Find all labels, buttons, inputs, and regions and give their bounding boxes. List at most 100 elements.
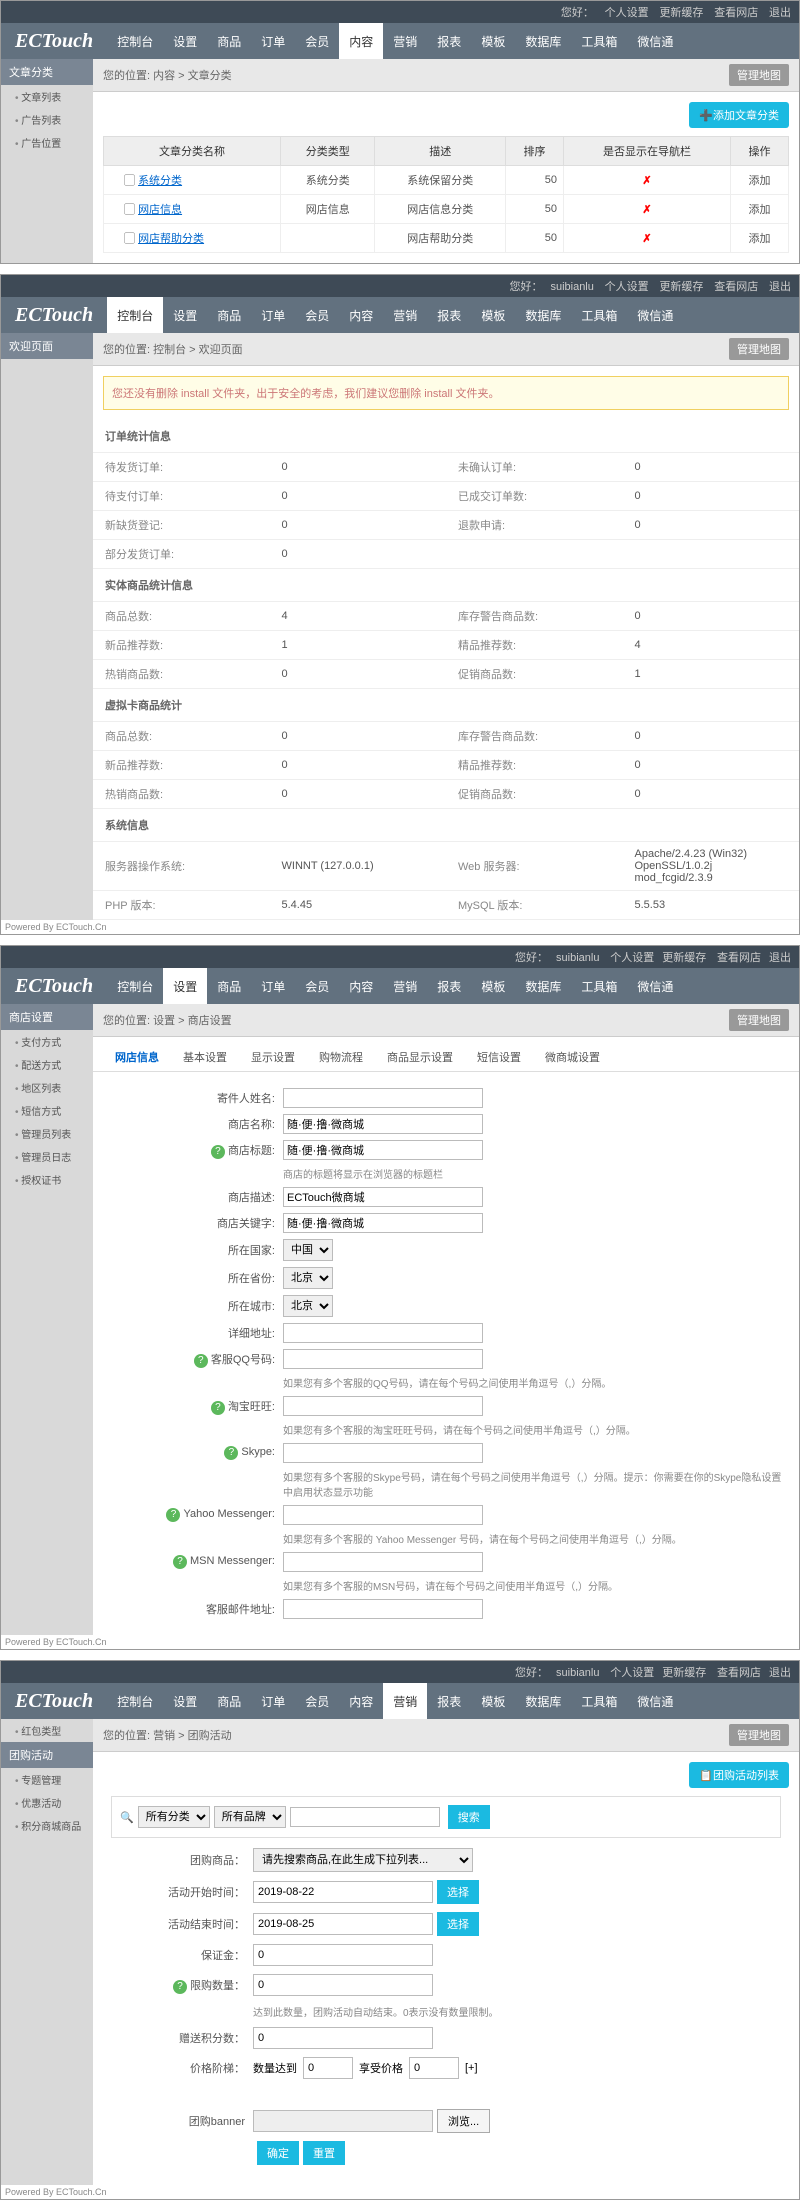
nav-模板[interactable]: 模板 [471, 968, 515, 1004]
nav-设置[interactable]: 设置 [163, 297, 207, 333]
country-select[interactable]: 中国 [283, 1239, 333, 1261]
search-input[interactable] [290, 1807, 440, 1827]
start-pick-button[interactable]: 选择 [437, 1880, 479, 1904]
side-item[interactable]: 红包类型 [1, 1719, 93, 1742]
nav-工具箱[interactable]: 工具箱 [571, 297, 627, 333]
tab[interactable]: 基本设置 [171, 1043, 239, 1071]
province-select[interactable]: 北京 [283, 1267, 333, 1289]
nav-商品[interactable]: 商品 [207, 23, 251, 59]
nav-工具箱[interactable]: 工具箱 [571, 23, 627, 59]
top-exit[interactable]: 退出 [769, 7, 791, 19]
top-view[interactable]: 查看网店 [714, 7, 758, 19]
side-item[interactable]: 短信方式 [1, 1099, 93, 1122]
nav-商品[interactable]: 商品 [207, 968, 251, 1004]
top-personal[interactable]: 个人设置 [605, 7, 649, 19]
nav-微信通[interactable]: 微信通 [627, 23, 683, 59]
recipient-input[interactable] [283, 1088, 483, 1108]
deposit-input[interactable] [253, 1944, 433, 1966]
shopName-input[interactable] [283, 1114, 483, 1134]
nav-内容[interactable]: 内容 [339, 23, 383, 59]
points-input[interactable] [253, 2027, 433, 2049]
nav-数据库[interactable]: 数据库 [515, 968, 571, 1004]
nav-商品[interactable]: 商品 [207, 1683, 251, 1719]
search-button[interactable]: 搜索 [448, 1805, 490, 1829]
nav-微信通[interactable]: 微信通 [627, 968, 683, 1004]
tab[interactable]: 微商城设置 [533, 1043, 612, 1071]
side-item[interactable]: 管理员日志 [1, 1145, 93, 1168]
nav-订单[interactable]: 订单 [251, 1683, 295, 1719]
help-icon[interactable]: ? [173, 1980, 187, 1994]
submit-button[interactable]: 确定 [257, 2141, 299, 2165]
nav-数据库[interactable]: 数据库 [515, 23, 571, 59]
nav-营销[interactable]: 营销 [383, 968, 427, 1004]
side-ad-pos[interactable]: 广告位置 [1, 131, 93, 154]
top-cache[interactable]: 更新缓存 [659, 7, 703, 19]
nav-会员[interactable]: 会员 [295, 297, 339, 333]
cross-icon[interactable]: ✗ [642, 204, 651, 216]
nav-微信通[interactable]: 微信通 [627, 297, 683, 333]
help-icon[interactable]: ? [211, 1401, 225, 1415]
limit-input[interactable] [253, 1974, 433, 1996]
goods-select[interactable]: 请先搜索商品,在此生成下拉列表... [253, 1848, 473, 1872]
qq-input[interactable] [283, 1349, 483, 1369]
nav-营销[interactable]: 营销 [383, 297, 427, 333]
nav-报表[interactable]: 报表 [427, 1683, 471, 1719]
addr-input[interactable] [283, 1323, 483, 1343]
nav-商品[interactable]: 商品 [207, 297, 251, 333]
groupbuy-list-button[interactable]: 📋团购活动列表 [689, 1762, 789, 1788]
nav-控制台[interactable]: 控制台 [107, 1683, 163, 1719]
banner-path-input[interactable] [253, 2110, 433, 2132]
help-icon[interactable]: ? [166, 1508, 180, 1522]
browse-button[interactable]: 浏览... [437, 2109, 490, 2133]
nav-会员[interactable]: 会员 [295, 23, 339, 59]
tab[interactable]: 短信设置 [465, 1043, 533, 1071]
nav-微信通[interactable]: 微信通 [627, 1683, 683, 1719]
nav-模板[interactable]: 模板 [471, 1683, 515, 1719]
category-select[interactable]: 所有分类 [138, 1806, 210, 1828]
nav-营销[interactable]: 营销 [383, 1683, 427, 1719]
tab[interactable]: 显示设置 [239, 1043, 307, 1071]
nav-模板[interactable]: 模板 [471, 23, 515, 59]
nav-控制台[interactable]: 控制台 [107, 297, 163, 333]
add-category-button[interactable]: ➕添加文章分类 [689, 102, 789, 128]
add-ladder-button[interactable]: [+] [465, 2062, 478, 2074]
ww-input[interactable] [283, 1396, 483, 1416]
cross-icon[interactable]: ✗ [642, 175, 651, 187]
side-item[interactable]: 配送方式 [1, 1053, 93, 1076]
nav-订单[interactable]: 订单 [251, 297, 295, 333]
email-input[interactable] [283, 1599, 483, 1619]
nav-订单[interactable]: 订单 [251, 23, 295, 59]
nav-营销[interactable]: 营销 [383, 23, 427, 59]
nav-工具箱[interactable]: 工具箱 [571, 968, 627, 1004]
tab[interactable]: 网店信息 [103, 1043, 171, 1071]
side-item[interactable]: 优惠活动 [1, 1791, 93, 1814]
reset-button[interactable]: 重置 [303, 2141, 345, 2165]
side-item[interactable]: 支付方式 [1, 1030, 93, 1053]
end-pick-button[interactable]: 选择 [437, 1912, 479, 1936]
nav-控制台[interactable]: 控制台 [107, 23, 163, 59]
yahoo-input[interactable] [283, 1505, 483, 1525]
skype-input[interactable] [283, 1443, 483, 1463]
help-icon[interactable]: ? [194, 1354, 208, 1368]
ladder-qty-input[interactable] [303, 2057, 353, 2079]
city-select[interactable]: 北京 [283, 1295, 333, 1317]
nav-报表[interactable]: 报表 [427, 23, 471, 59]
help-icon[interactable]: ? [211, 1145, 225, 1159]
nav-模板[interactable]: 模板 [471, 297, 515, 333]
tab[interactable]: 商品显示设置 [375, 1043, 465, 1071]
side-item[interactable]: 授权证书 [1, 1168, 93, 1191]
nav-订单[interactable]: 订单 [251, 968, 295, 1004]
end-date-input[interactable] [253, 1913, 433, 1935]
nav-设置[interactable]: 设置 [163, 1683, 207, 1719]
nav-工具箱[interactable]: 工具箱 [571, 1683, 627, 1719]
brand-select[interactable]: 所有品牌 [214, 1806, 286, 1828]
shopKw-input[interactable] [283, 1213, 483, 1233]
manage-map-button[interactable]: 管理地图 [729, 64, 789, 86]
nav-设置[interactable]: 设置 [163, 23, 207, 59]
side-article-list[interactable]: 文章列表 [1, 85, 93, 108]
help-icon[interactable]: ? [173, 1555, 187, 1569]
nav-报表[interactable]: 报表 [427, 297, 471, 333]
start-date-input[interactable] [253, 1881, 433, 1903]
nav-内容[interactable]: 内容 [339, 297, 383, 333]
side-ad-list[interactable]: 广告列表 [1, 108, 93, 131]
